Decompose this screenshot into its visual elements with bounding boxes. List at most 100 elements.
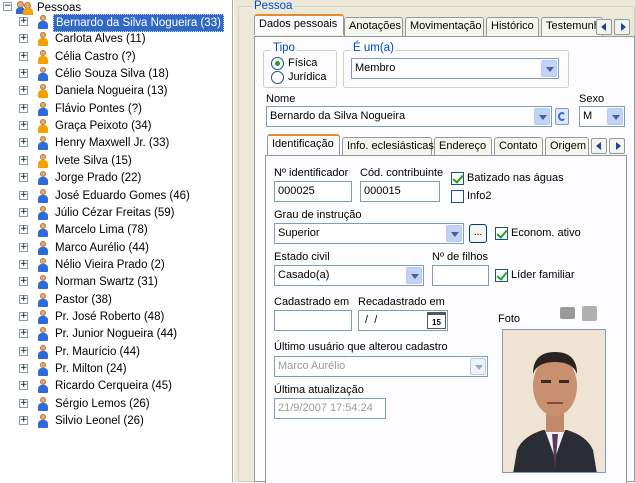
chevron-down-icon[interactable] — [607, 108, 623, 125]
expand-icon[interactable]: + — [19, 260, 28, 269]
id-input[interactable]: 000025 — [274, 181, 352, 202]
people-tree[interactable]: − Pessoas + Bernardo da Silva Nogueira (3… — [0, 0, 233, 482]
refresh-icon[interactable] — [555, 108, 569, 125]
tree-item[interactable]: Ivete Silva (15) — [53, 153, 134, 169]
grau-select[interactable]: Superior — [274, 223, 464, 244]
cod-input[interactable]: 000015 — [360, 181, 440, 202]
tree-item[interactable]: Ricardo Cerqueira (45) — [53, 378, 174, 394]
tree-item[interactable]: Pr. José Roberto (48) — [53, 309, 166, 325]
tipo-fisica-radio[interactable] — [271, 57, 284, 70]
tree-item[interactable]: Flávio Pontes (?) — [53, 101, 144, 117]
main-tab[interactable]: Movimentação — [405, 17, 484, 36]
info2-label: Info2 — [467, 190, 492, 202]
expand-icon[interactable]: + — [19, 52, 28, 61]
id-label: Nº identificador — [274, 167, 349, 179]
tree-item[interactable]: Bernardo da Silva Nogueira (33) — [53, 14, 224, 32]
e-um-select[interactable]: Membro — [351, 58, 559, 79]
sub-tab[interactable]: Identificação — [267, 134, 340, 155]
expand-icon[interactable]: + — [19, 225, 28, 234]
tipo-juridica-label: Jurídica — [288, 71, 327, 83]
sub-tab[interactable]: Info. eclesiásticas — [342, 137, 434, 156]
expand-icon[interactable]: + — [19, 277, 28, 286]
batizado-checkbox[interactable] — [451, 172, 464, 185]
expand-icon[interactable]: + — [19, 208, 28, 217]
expand-icon[interactable]: + — [19, 34, 28, 43]
sub-tab[interactable]: Endereço — [434, 137, 492, 156]
expand-icon[interactable]: + — [19, 416, 28, 425]
tree-item[interactable]: Henry Maxwell Jr. (33) — [53, 135, 171, 151]
filhos-input[interactable] — [432, 265, 489, 286]
tree-item[interactable]: Pastor (38) — [53, 292, 114, 308]
expand-icon[interactable]: + — [19, 138, 28, 147]
lider-checkbox[interactable] — [495, 269, 508, 282]
expand-icon[interactable]: + — [19, 399, 28, 408]
econom-checkbox[interactable] — [495, 227, 508, 240]
expand-icon[interactable]: + — [19, 347, 28, 356]
tree-item[interactable]: Pr. Maurício (44) — [53, 344, 142, 360]
photo-edit-icon[interactable] — [582, 306, 597, 321]
tree-item[interactable]: Pr. Junior Nogueira (44) — [53, 326, 179, 342]
main-tab[interactable]: Histórico — [486, 17, 539, 36]
main-tab[interactable]: Anotações — [344, 17, 403, 36]
expand-icon[interactable]: + — [19, 329, 28, 338]
expand-icon[interactable]: + — [19, 17, 28, 26]
tabs-scroll-left-icon[interactable] — [596, 19, 612, 35]
tree-item[interactable]: Carlota Alves (11) — [53, 31, 148, 47]
expand-icon[interactable]: + — [19, 381, 28, 390]
tree-item[interactable]: Jorge Prado (22) — [53, 170, 143, 186]
nome-select[interactable]: Bernardo da Silva Nogueira — [266, 106, 552, 127]
tree-item[interactable]: Célio Souza Silva (18) — [53, 66, 171, 82]
tabs-scroll-right-icon[interactable] — [614, 19, 630, 35]
camera-icon[interactable] — [560, 307, 575, 319]
tree-item[interactable]: Graça Peixoto (34) — [53, 118, 154, 134]
person-male-icon — [37, 310, 49, 324]
sub-tab[interactable]: Contato — [494, 137, 543, 156]
expand-icon[interactable]: + — [19, 243, 28, 252]
filhos-label: Nº de filhos — [432, 251, 488, 263]
expand-icon[interactable]: + — [19, 191, 28, 200]
grau-browse-button[interactable]: ... — [469, 224, 487, 243]
tree-item[interactable]: Marco Aurélio (44) — [53, 240, 151, 256]
tree-item[interactable]: Silvio Leonel (26) — [53, 413, 146, 429]
tree-item[interactable]: Célia Castro (?) — [53, 49, 138, 65]
cadastrado-input[interactable] — [274, 310, 352, 331]
tree-item[interactable]: Daniela Nogueira (13) — [53, 83, 170, 99]
chevron-down-icon[interactable] — [446, 225, 462, 242]
subtabs-scroll-right-icon[interactable] — [609, 138, 625, 154]
person-photo — [502, 329, 606, 473]
expand-icon[interactable]: + — [19, 295, 28, 304]
chevron-down-icon[interactable] — [406, 267, 422, 284]
person-female-icon — [37, 50, 49, 64]
expand-icon[interactable]: + — [19, 69, 28, 78]
info2-checkbox[interactable] — [451, 190, 464, 203]
sexo-select[interactable]: M — [579, 106, 625, 127]
expand-icon[interactable]: + — [19, 312, 28, 321]
people-group-icon — [16, 0, 34, 15]
person-group-title: Pessoa — [252, 0, 295, 12]
tree-item[interactable]: Marcelo Lima (78) — [53, 222, 150, 238]
tree-item[interactable]: José Eduardo Gomes (46) — [53, 188, 192, 204]
expand-icon[interactable]: + — [19, 121, 28, 130]
person-female-icon — [37, 84, 49, 98]
tree-item[interactable]: Pr. Milton (24) — [53, 361, 129, 377]
chevron-down-icon[interactable] — [541, 60, 557, 77]
calendar-icon[interactable]: 15 — [427, 312, 446, 329]
expand-icon[interactable]: + — [19, 364, 28, 373]
tree-item[interactable]: Norman Swartz (31) — [53, 274, 160, 290]
subtabs-scroll-left-icon[interactable] — [591, 138, 607, 154]
sub-tab[interactable]: Origem — [545, 137, 589, 156]
expand-icon[interactable]: + — [19, 173, 28, 182]
tree-item[interactable]: Sérgio Lemos (26) — [53, 396, 152, 412]
collapse-root-icon[interactable]: − — [3, 2, 12, 11]
main-tab[interactable]: Testemunho — [541, 17, 606, 36]
tipo-juridica-radio[interactable] — [271, 71, 284, 84]
chevron-down-icon[interactable] — [534, 108, 550, 125]
main-tab[interactable]: Dados pessoais — [254, 14, 344, 35]
expand-icon[interactable]: + — [19, 104, 28, 113]
estado-select[interactable]: Casado(a) — [274, 265, 424, 286]
tree-item[interactable]: Nélio Vieira Prado (2) — [53, 257, 167, 273]
expand-icon[interactable]: + — [19, 86, 28, 95]
tree-item[interactable]: Júlio Cézar Freitas (59) — [53, 205, 177, 221]
batizado-label: Batizado nas águas — [467, 172, 564, 184]
expand-icon[interactable]: + — [19, 156, 28, 165]
